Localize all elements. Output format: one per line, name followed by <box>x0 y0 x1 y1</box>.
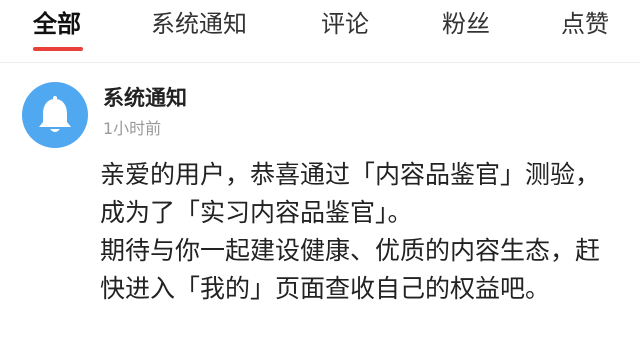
message-paragraph: 期待与你一起建设健康、优质的内容生态，赶快进入「我的」页面查收自己的权益吧。 <box>100 236 601 303</box>
tab-bar: 全部 系统通知 评论 粉丝 点赞 <box>0 0 640 56</box>
tab-all[interactable]: 全部 <box>33 8 81 40</box>
avatar[interactable] <box>22 82 88 148</box>
message-paragraph: 亲爱的用户，恭喜通过「内容品鉴官」测验，成为了「实习内容品鉴官」。 <box>100 160 601 227</box>
notification-message: 亲爱的用户，恭喜通过「内容品鉴官」测验，成为了「实习内容品鉴官」。 期待与你一起… <box>100 156 620 308</box>
tab-system-notifications[interactable]: 系统通知 <box>151 8 247 40</box>
active-tab-indicator <box>33 47 83 51</box>
tab-fans[interactable]: 粉丝 <box>442 8 490 40</box>
tab-comments[interactable]: 评论 <box>321 8 369 40</box>
divider <box>0 62 640 63</box>
timestamp: 1小时前 <box>103 119 162 138</box>
tab-likes[interactable]: 点赞 <box>561 8 609 40</box>
bell-icon <box>39 96 71 132</box>
sender-name: 系统通知 <box>103 86 187 110</box>
